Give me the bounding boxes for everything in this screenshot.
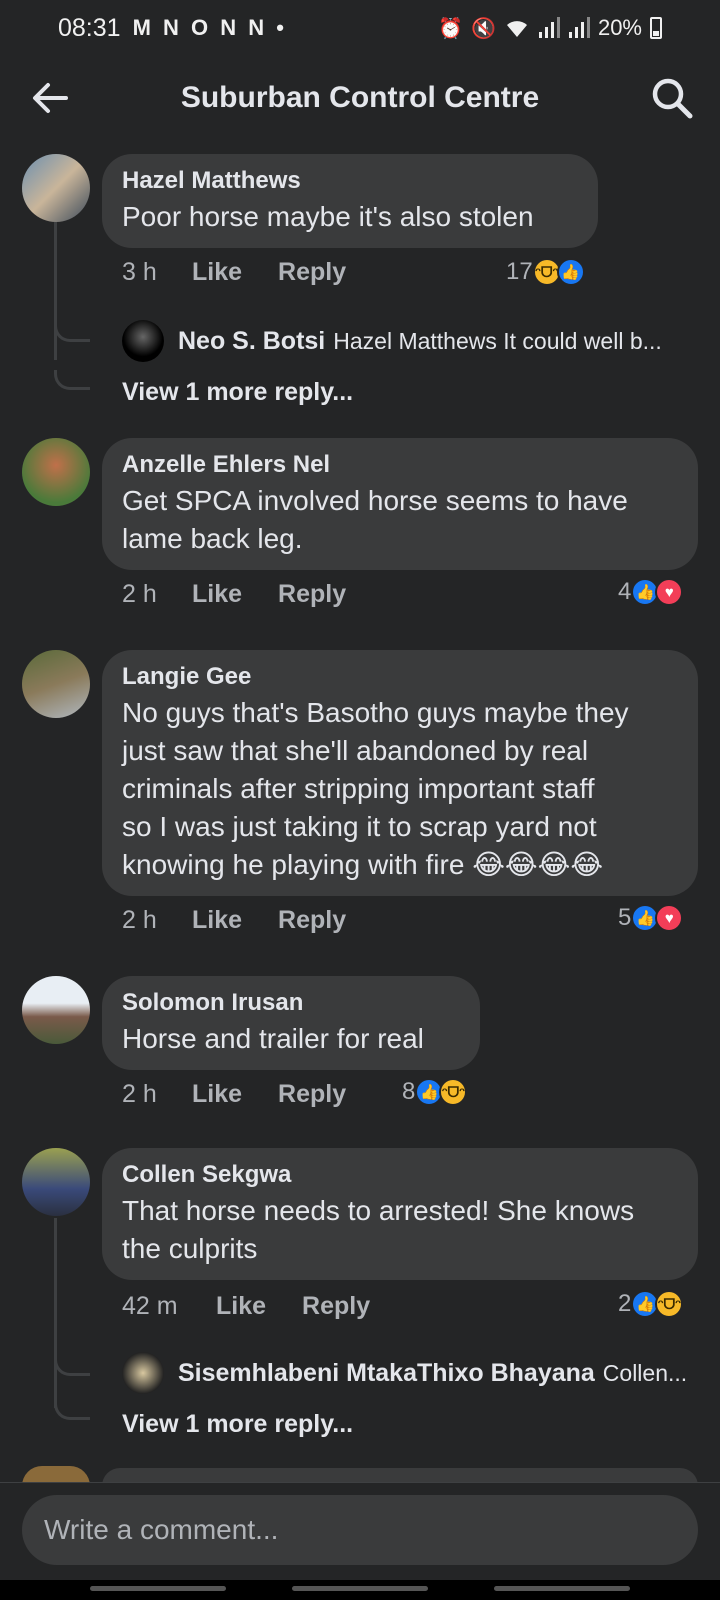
status-bar: 08:31 M N O N N • ⏰ 🔇 20% [0,0,720,56]
thread-connector [54,1400,90,1420]
comment-input[interactable] [44,1514,698,1546]
haha-reaction-icon: ᵔᗜᵔ [655,1290,684,1318]
reply-button[interactable]: Reply [278,1080,346,1109]
avatar [122,1352,164,1394]
avatar[interactable] [22,154,90,222]
signal-icon [568,17,590,38]
reply-author: Neo S. Botsi [178,326,326,355]
comment-actions: 2 h Like Reply [122,906,346,935]
like-button[interactable]: Like [192,1080,242,1109]
comment-text-line: the culprits [122,1233,258,1264]
comment-text: Horse and trailer for real [122,1023,424,1054]
view-more-replies-link[interactable]: View 1 more reply... [122,378,353,407]
comment-time[interactable]: 2 h [122,906,192,935]
reply-button[interactable]: Reply [302,1292,370,1321]
comment-input-container[interactable] [22,1495,698,1565]
reply-text: Collen... [602,1359,688,1386]
arrow-left-icon[interactable] [28,78,72,118]
search-icon[interactable] [650,76,694,120]
comment-author[interactable]: Langie Gee [122,660,678,694]
reply-author: Sisemhlabeni MtakaThixo Bhayana [178,1358,595,1387]
love-reaction-icon: ♥ [655,578,684,606]
reaction-summary[interactable]: 17 ᵔᗜᵔ 👍 [506,258,585,286]
reply-button[interactable]: Reply [278,258,346,287]
haha-reaction-icon: ᵔᗜᵔ [439,1078,468,1106]
thread-connector [54,370,90,390]
comment-actions: 2 h Like Reply [122,580,346,609]
avatar[interactable] [22,976,90,1044]
reply-button[interactable]: Reply [278,906,346,935]
battery-icon [650,17,662,39]
reply-preview[interactable]: Sisemhlabeni MtakaThixo Bhayana Collen..… [122,1352,692,1394]
avatar[interactable] [22,1148,90,1216]
comment-author[interactable]: Anzelle Ehlers Nel [122,448,678,482]
comment-bubble: Collen Sekgwa That horse needs to arrest… [102,1148,698,1280]
reaction-summary[interactable]: 2 👍 ᵔᗜᵔ [618,1290,684,1318]
wifi-icon [506,21,527,37]
thread-line [54,1218,57,1408]
like-button[interactable]: Like [192,580,242,609]
reply-preview[interactable]: Neo S. Botsi Hazel Matthews It could wel… [122,320,692,362]
reaction-count: 4 [618,578,632,605]
avatar [122,320,164,362]
comment-bubble: Hazel Matthews Poor horse maybe it's als… [102,154,598,248]
page-title: Suburban Control Centre [180,81,540,114]
comment-text-line: That horse needs to arrested! She knows [122,1195,635,1226]
comment-time[interactable]: 2 h [122,580,192,609]
avatar[interactable] [22,650,90,718]
comment-author[interactable]: Collen Sekgwa [122,1158,678,1192]
like-button[interactable]: Like [192,258,242,287]
comment-text-line: just saw that she'll abandoned by real [122,735,589,766]
comment-actions: 2 h Like Reply [122,1080,346,1109]
mute-icon: 🔇 [471,17,496,40]
signal-icon [538,17,560,38]
comment-author[interactable]: Hazel Matthews [122,164,578,198]
like-button[interactable]: Like [192,906,242,935]
reaction-count: 5 [618,904,632,931]
comment-bubble: Anzelle Ehlers Nel Get SPCA involved hor… [102,438,698,570]
comment-author[interactable]: Solomon Irusan [122,986,460,1020]
comment-text-line: Get SPCA involved horse seems to have [122,485,628,516]
thread-line [54,220,57,360]
alarm-icon: ⏰ [438,17,464,40]
status-time: 08:31 [58,13,121,42]
reaction-summary[interactable]: 8 👍 ᵔᗜᵔ [402,1078,468,1106]
thread-connector [54,322,90,342]
comment-text: Poor horse maybe it's also stolen [122,201,534,232]
battery-percent: 20% [597,15,642,40]
reaction-count: 8 [402,1078,416,1105]
view-more-replies-link[interactable]: View 1 more reply... [122,1410,353,1439]
reaction-summary[interactable]: 5 👍 ♥ [618,904,684,932]
comment-text-line: lame back leg. [122,523,303,554]
nav-handle[interactable] [90,1586,226,1591]
comment-text-line: No guys that's Basotho guys maybe they [122,697,629,728]
reaction-summary[interactable]: 4 👍 ♥ [618,578,684,606]
avatar[interactable] [22,438,90,506]
comment-bubble: Solomon Irusan Horse and trailer for rea… [102,976,480,1070]
comment-text-line: so I was just taking it to scrap yard no… [122,811,597,842]
app-header: Suburban Control Centre [0,62,720,134]
thread-connector [54,1356,90,1376]
love-reaction-icon: ♥ [655,904,684,932]
status-right: ⏰ 🔇 20% [438,15,662,41]
comment-time[interactable]: 2 h [122,1080,192,1109]
system-nav-bar [0,1580,720,1600]
notification-icons: M N O N N • [132,15,287,40]
nav-handle[interactable] [292,1586,428,1591]
comment-actions: 42 m Like Reply [122,1292,370,1321]
comment-actions: 3 h Like Reply [122,258,346,287]
reply-button[interactable]: Reply [278,580,346,609]
like-button[interactable]: Like [216,1292,266,1321]
reply-text: Hazel Matthews It could well b... [333,327,662,354]
comment-bubble: Langie Gee No guys that's Basotho guys m… [102,650,698,896]
like-reaction-icon: 👍 [556,258,585,286]
comment-time[interactable]: 42 m [122,1292,192,1321]
comment-text-line: criminals after stripping important staf… [122,773,595,804]
nav-handle[interactable] [494,1586,630,1591]
comment-text-line: knowing he playing with fire 😂😂😂😂 [122,849,604,880]
comment-time[interactable]: 3 h [122,258,192,287]
reaction-count: 2 [618,1290,632,1317]
reaction-count: 17 [506,258,533,285]
